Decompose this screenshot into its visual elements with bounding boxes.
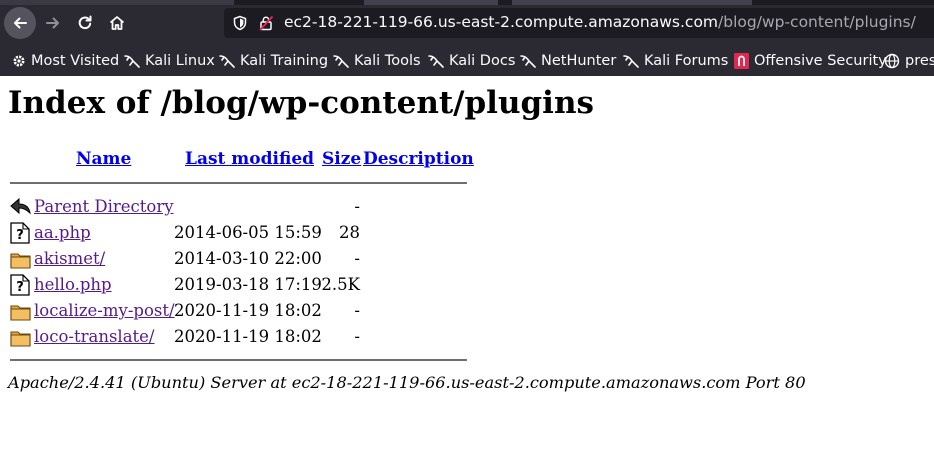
kali-dragon-icon bbox=[124, 55, 140, 68]
bookmark-kali-tools[interactable]: Kali Tools bbox=[333, 50, 421, 72]
file-link[interactable]: akismet/ bbox=[34, 249, 105, 268]
server-signature: Apache/2.4.41 (Ubuntu) Server at ec2-18-… bbox=[8, 373, 806, 392]
file-date: 2014-03-10 22:00 bbox=[174, 249, 322, 268]
url-host: ec2-18-221-119-66.us-east-2.compute.amaz… bbox=[284, 13, 719, 31]
bookmark-label: Kali Forums bbox=[644, 53, 729, 69]
file-date: 2020-11-19 18:02 bbox=[174, 327, 322, 346]
table-row: ? aa.php 2014-06-05 15:59 28 bbox=[0, 221, 934, 245]
kali-dragon-icon bbox=[333, 55, 349, 68]
bookmark-label: Kali Linux bbox=[145, 53, 215, 69]
kali-dragon-icon bbox=[520, 55, 536, 68]
forward-button[interactable] bbox=[37, 7, 69, 39]
home-button[interactable] bbox=[101, 7, 133, 39]
file-link[interactable]: aa.php bbox=[34, 223, 91, 242]
address-bar[interactable]: ec2-18-221-119-66.us-east-2.compute.amaz… bbox=[224, 8, 934, 38]
gear-icon bbox=[13, 55, 25, 67]
header-divider bbox=[10, 182, 467, 184]
globe-icon bbox=[884, 53, 900, 69]
reload-icon bbox=[78, 15, 92, 30]
unknown-file-icon: ? bbox=[10, 274, 30, 296]
browser-chrome: ec2-18-221-119-66.us-east-2.compute.amaz… bbox=[0, 0, 934, 76]
overflow-menu-icon[interactable]: ⋮ bbox=[928, 11, 934, 27]
folder-icon bbox=[10, 331, 31, 347]
file-size: 2.5K bbox=[321, 275, 360, 294]
file-size: - bbox=[354, 197, 360, 216]
column-header-last-modified[interactable]: Last modified bbox=[185, 149, 314, 169]
table-row: Parent Directory - bbox=[0, 195, 934, 219]
bookmark-most-visited[interactable]: Most Visited bbox=[12, 50, 119, 72]
file-link[interactable]: localize-my-post/ bbox=[34, 301, 175, 320]
table-row: localize-my-post/ 2020-11-19 18:02 - bbox=[0, 299, 934, 323]
page-content: Index of /blog/wp-content/plugins Name L… bbox=[0, 76, 934, 464]
bookmark-label: Kali Tools bbox=[354, 53, 421, 69]
bookmarks-toolbar: Most Visited Kali Linux Kali Training Ka… bbox=[0, 45, 934, 76]
file-date: 2020-11-19 18:02 bbox=[174, 301, 322, 320]
bookmark-kali-training[interactable]: Kali Training bbox=[219, 50, 328, 72]
table-row: ? hello.php 2019-03-18 17:19 2.5K bbox=[0, 273, 934, 297]
kali-dragon-icon bbox=[623, 55, 639, 68]
insecure-lock-icon[interactable] bbox=[258, 15, 274, 31]
file-size: - bbox=[354, 249, 360, 268]
svg-text:?: ? bbox=[16, 228, 24, 243]
reload-button[interactable] bbox=[69, 7, 101, 39]
url-path: /blog/wp-content/plugins/ bbox=[718, 13, 916, 31]
back-arrow-icon bbox=[10, 197, 31, 215]
bookmark-label: Most Visited bbox=[31, 53, 120, 69]
bookmark-kali-forums[interactable]: Kali Forums bbox=[623, 50, 728, 72]
bookmark-label: pres bbox=[905, 53, 934, 69]
svg-text:?: ? bbox=[16, 280, 24, 295]
column-header-size[interactable]: Size bbox=[322, 149, 361, 169]
file-link[interactable]: hello.php bbox=[34, 275, 112, 294]
table-row: loco-translate/ 2020-11-19 18:02 - bbox=[0, 325, 934, 349]
folder-icon bbox=[10, 253, 31, 269]
file-link[interactable]: loco-translate/ bbox=[34, 327, 154, 346]
tracking-protection-shield-icon[interactable] bbox=[232, 15, 248, 31]
back-arrow-icon bbox=[14, 17, 27, 29]
file-size: - bbox=[354, 301, 360, 320]
page-title: Index of /blog/wp-content/plugins bbox=[8, 85, 594, 121]
file-size: - bbox=[354, 327, 360, 346]
home-icon bbox=[109, 16, 125, 30]
table-row: akismet/ 2014-03-10 22:00 - bbox=[0, 247, 934, 271]
bookmark-label: Kali Docs bbox=[449, 53, 516, 69]
bookmark-offensive-security[interactable]: Offensive Security bbox=[734, 50, 887, 72]
kali-dragon-icon bbox=[428, 55, 444, 68]
navigation-toolbar: ec2-18-221-119-66.us-east-2.compute.amaz… bbox=[0, 5, 934, 45]
kali-dragon-icon bbox=[219, 55, 235, 68]
back-button[interactable] bbox=[4, 7, 36, 39]
column-header-name[interactable]: Name bbox=[76, 149, 131, 169]
bookmark-pres[interactable]: pres bbox=[884, 50, 934, 72]
file-size: 28 bbox=[339, 223, 360, 242]
file-link[interactable]: Parent Directory bbox=[34, 197, 174, 216]
bookmark-nethunter[interactable]: NetHunter bbox=[520, 50, 616, 72]
bookmark-kali-linux[interactable]: Kali Linux bbox=[124, 50, 215, 72]
bookmark-label: Kali Training bbox=[240, 53, 329, 69]
file-date: 2019-03-18 17:19 bbox=[174, 275, 322, 294]
bookmark-label: Offensive Security bbox=[754, 53, 887, 69]
bookmark-kali-docs[interactable]: Kali Docs bbox=[428, 50, 515, 72]
offsec-icon bbox=[734, 53, 749, 69]
bookmark-label: NetHunter bbox=[541, 53, 617, 69]
footer-divider bbox=[10, 359, 467, 361]
unknown-file-icon: ? bbox=[10, 222, 30, 244]
folder-icon bbox=[10, 305, 31, 321]
forward-arrow-icon bbox=[46, 17, 59, 29]
column-header-description[interactable]: Description bbox=[363, 149, 474, 169]
file-date: 2014-06-05 15:59 bbox=[174, 223, 322, 242]
url-text[interactable]: ec2-18-221-119-66.us-east-2.compute.amaz… bbox=[284, 13, 916, 31]
